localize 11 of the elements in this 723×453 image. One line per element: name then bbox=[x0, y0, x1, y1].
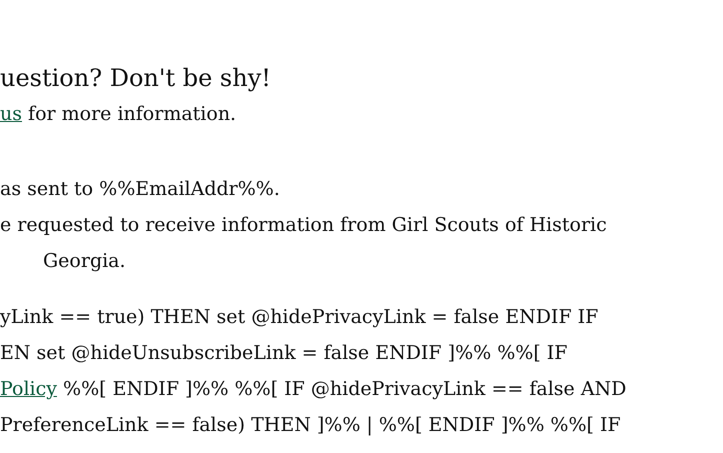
template-text: EN set @hideUnsubscribeLink = false ENDIF ]%% %%[ IF bbox=[0, 341, 568, 366]
contact-link[interactable]: us bbox=[0, 103, 22, 125]
heading-text: uestion? Don't be shy! bbox=[0, 63, 272, 94]
template-text: yLink == true) THEN set @hidePrivacyLink = false ENDIF IF bbox=[0, 305, 598, 330]
privacy-policy-link[interactable]: Policy bbox=[0, 378, 57, 400]
notice-text: Georgia. bbox=[42, 249, 126, 274]
notice-text: as sent to %%EmailAddr%%. bbox=[0, 177, 280, 202]
notice-text: e requested to receive information from Girl Scouts of Historic bbox=[0, 213, 607, 238]
contact-sentence: us for more information. bbox=[0, 102, 238, 127]
template-text: PreferenceLink == false) THEN ]%% | %%[ ENDIF ]%% %%[ IF bbox=[0, 413, 621, 438]
template-text: Policy %%[ ENDIF ]%% %%[ IF @hidePrivacyLink == false AND bbox=[0, 377, 626, 402]
